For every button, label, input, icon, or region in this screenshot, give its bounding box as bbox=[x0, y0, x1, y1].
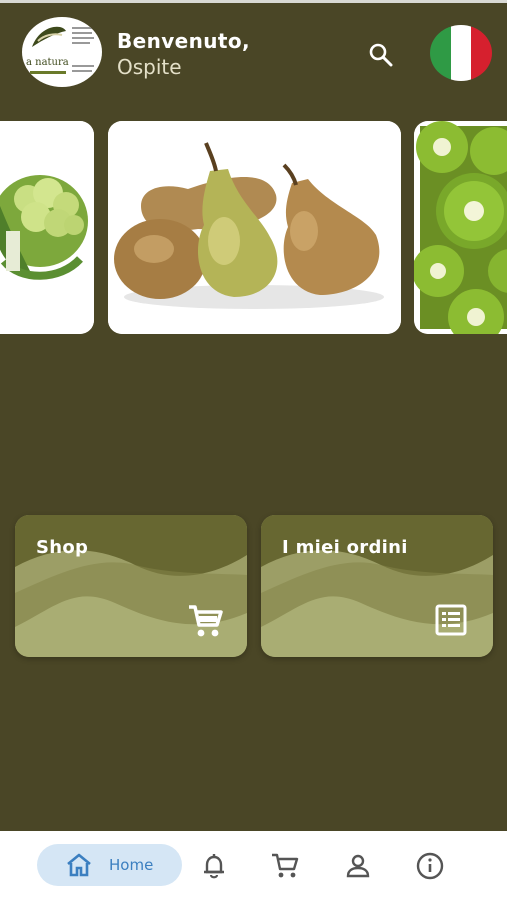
nav-notifications[interactable] bbox=[199, 851, 229, 881]
nav-profile[interactable] bbox=[343, 851, 373, 881]
kiwi-image bbox=[414, 121, 507, 334]
brand-logo[interactable]: a natura bbox=[22, 17, 102, 87]
shop-label: Shop bbox=[36, 537, 89, 558]
search-button[interactable] bbox=[364, 38, 398, 72]
user-name: Ospite bbox=[117, 55, 182, 79]
carousel-slide[interactable] bbox=[414, 121, 507, 334]
greeting-title: Benvenuto, bbox=[117, 29, 251, 53]
search-icon bbox=[369, 43, 393, 67]
nav-home-label: Home bbox=[109, 856, 154, 874]
pears-image bbox=[108, 121, 401, 334]
nav-home[interactable]: Home bbox=[37, 844, 182, 886]
user-icon bbox=[346, 854, 370, 878]
nav-cart[interactable] bbox=[270, 851, 300, 881]
logo-text: a natura bbox=[26, 57, 69, 68]
orders-tile[interactable]: I miei ordini bbox=[261, 515, 493, 657]
leaf-logo-icon bbox=[30, 26, 94, 74]
flag-stripe-white bbox=[450, 25, 472, 81]
cart-icon bbox=[272, 853, 299, 878]
nav-info[interactable] bbox=[415, 851, 445, 881]
home-icon bbox=[67, 853, 91, 877]
carousel-slide[interactable] bbox=[108, 121, 401, 334]
bottom-navigation: Home bbox=[0, 831, 507, 900]
cart-icon bbox=[185, 603, 225, 639]
orders-list-icon bbox=[431, 603, 471, 639]
info-icon bbox=[416, 852, 444, 880]
flag-stripe-green bbox=[430, 25, 451, 81]
shop-tile[interactable]: Shop bbox=[15, 515, 247, 657]
orders-label: I miei ordini bbox=[282, 537, 408, 558]
carousel-slide[interactable] bbox=[0, 121, 94, 334]
header: a natura Benvenuto, Ospite bbox=[0, 3, 507, 103]
flag-stripe-red bbox=[471, 25, 492, 81]
product-carousel[interactable] bbox=[0, 121, 507, 335]
cauliflower-image bbox=[0, 121, 94, 334]
bell-icon bbox=[204, 854, 224, 879]
italy-flag-icon[interactable] bbox=[430, 25, 492, 81]
